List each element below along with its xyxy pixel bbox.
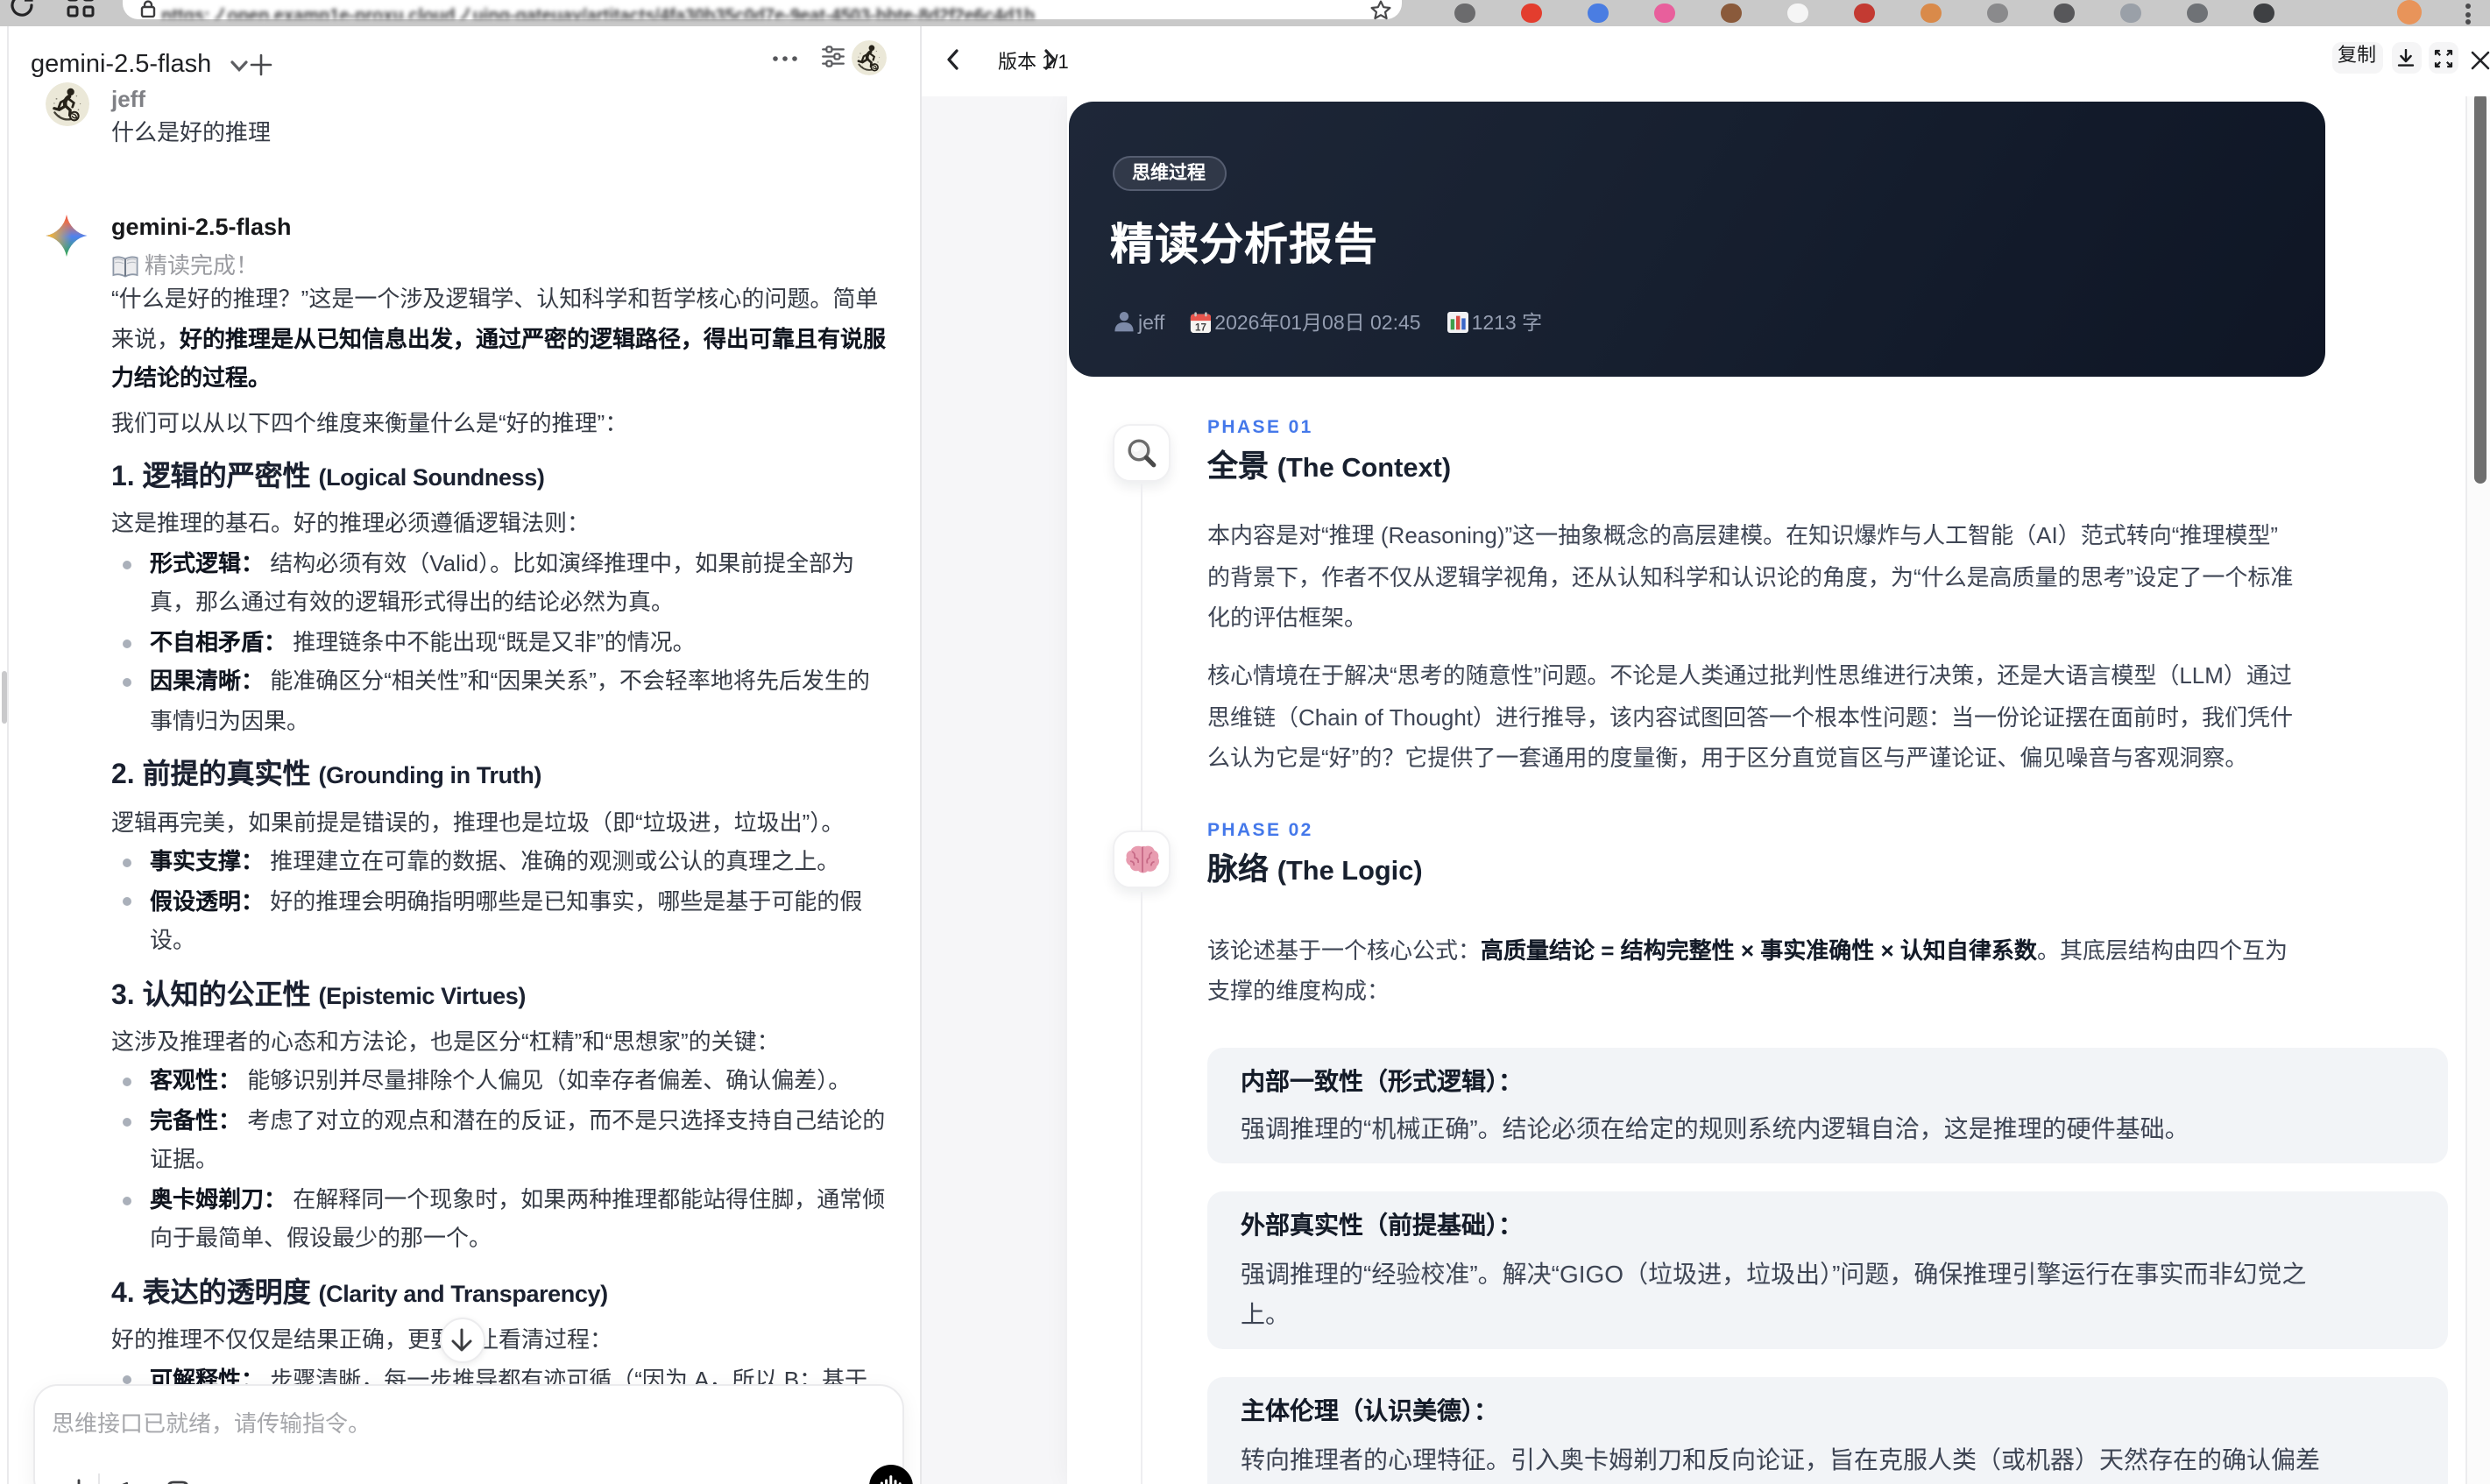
svg-text:17: 17 <box>1194 321 1206 332</box>
